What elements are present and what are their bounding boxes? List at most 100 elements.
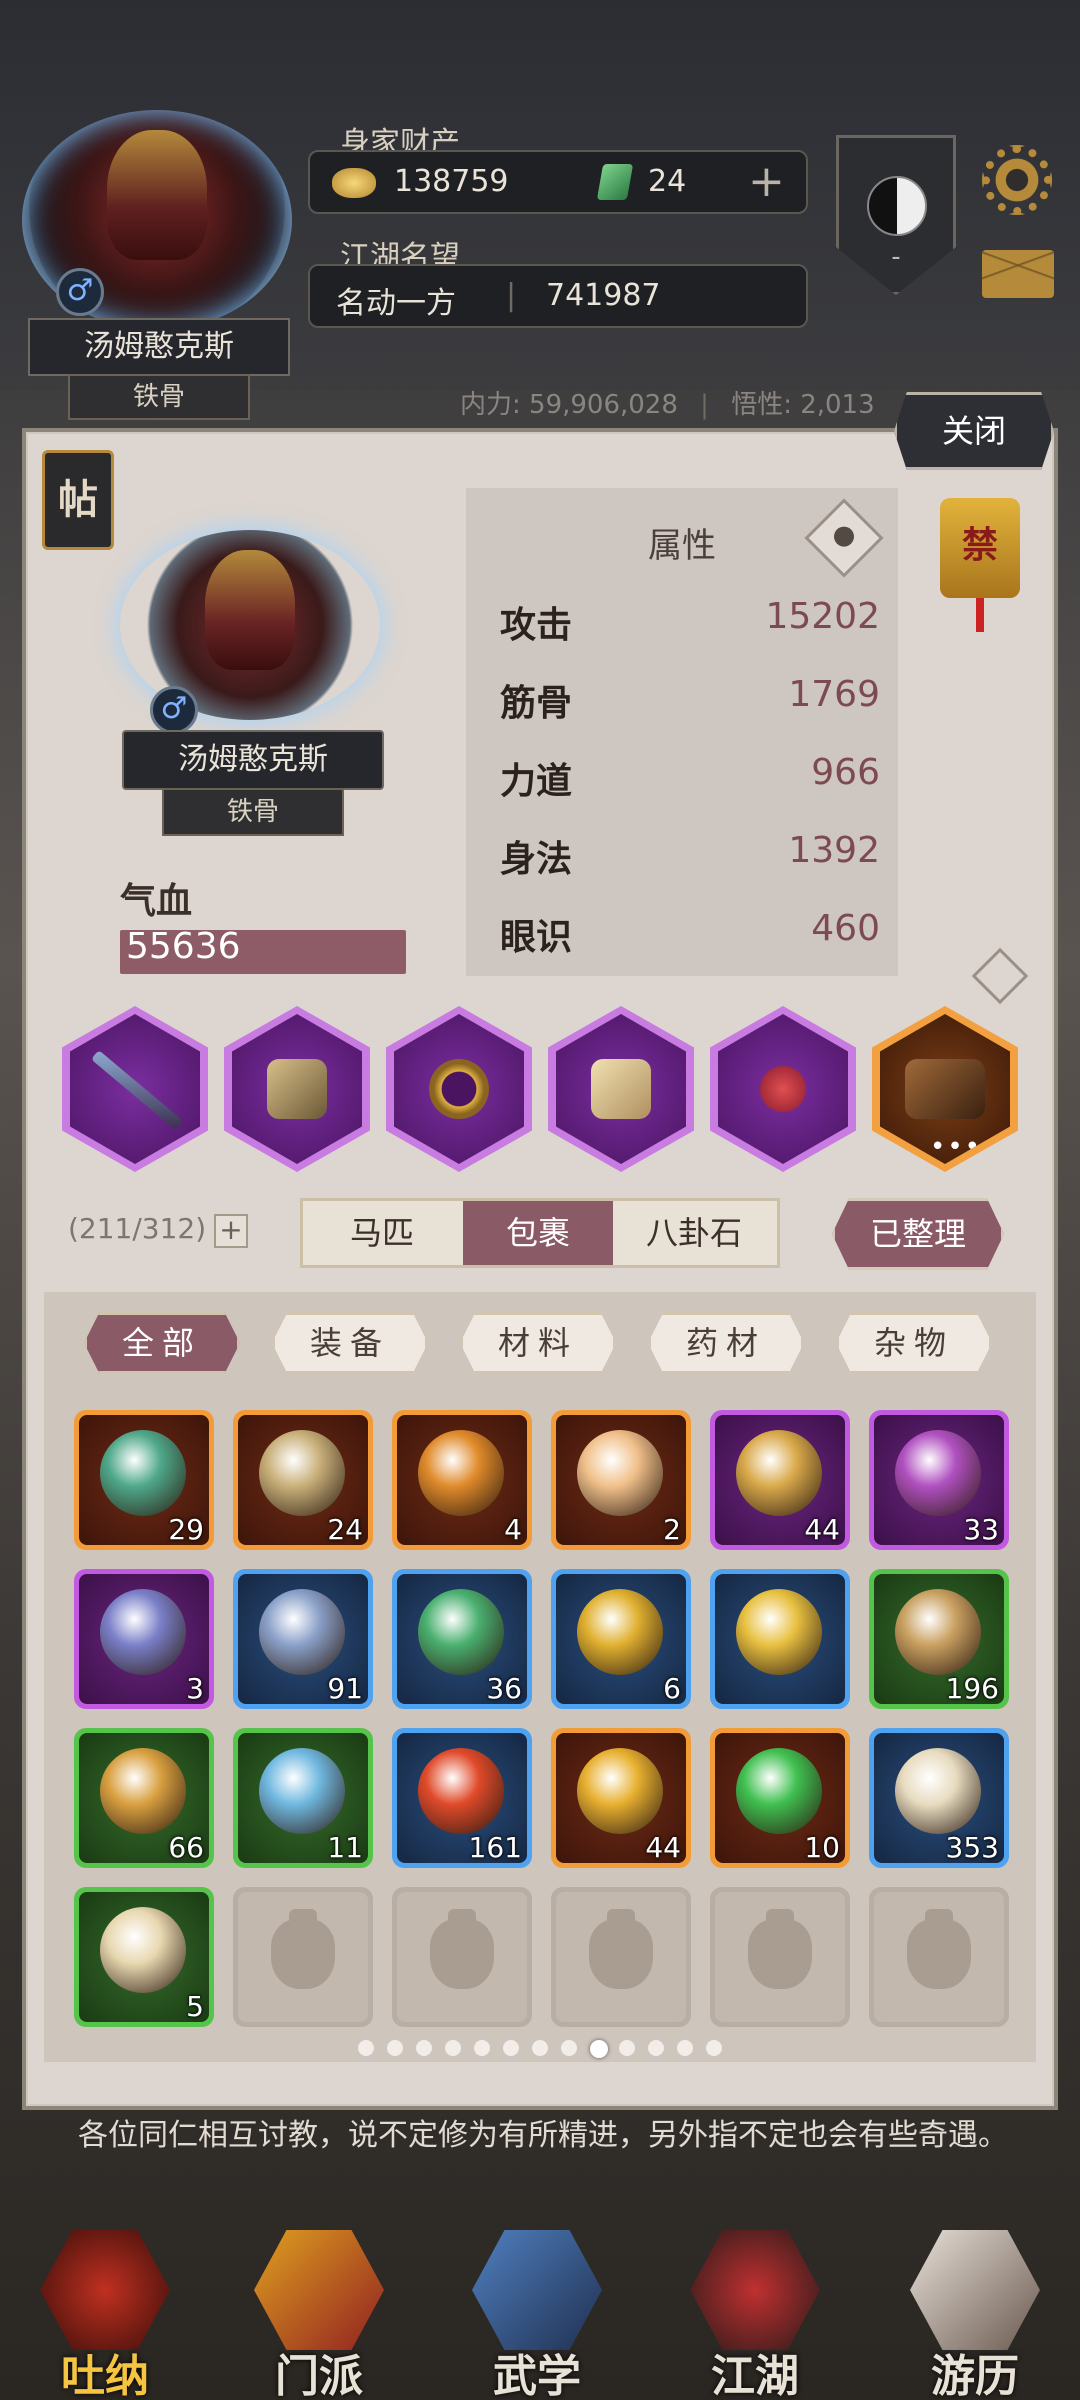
neili-value: 内力: 59,906,028: [460, 390, 678, 420]
gear-icon[interactable]: [982, 145, 1052, 215]
attribute-row: 身法 1392: [500, 830, 880, 890]
item-slot[interactable]: 196: [869, 1569, 1009, 1709]
filter-all[interactable]: 全部: [84, 1312, 240, 1374]
mail-icon[interactable]: [982, 250, 1054, 298]
male-icon: ♂: [56, 268, 104, 316]
ring-icon: [429, 1059, 489, 1119]
item-count: 4: [504, 1513, 522, 1546]
item-slot[interactable]: 29: [74, 1410, 214, 1550]
item-slot[interactable]: 161: [392, 1728, 532, 1868]
player-name: 汤姆憨克斯: [28, 318, 290, 376]
empty-slot[interactable]: [551, 1887, 691, 2027]
attribute-value: 1392: [788, 830, 880, 871]
item-count: 91: [327, 1672, 363, 1705]
page-dot[interactable]: [416, 2040, 432, 2056]
item-slot[interactable]: 44: [551, 1728, 691, 1868]
tab-horses[interactable]: 马匹: [307, 1201, 457, 1265]
page-dot[interactable]: [532, 2040, 548, 2056]
item-icon: [736, 1589, 822, 1675]
nav-travel[interactable]: 游历: [890, 2230, 1060, 2400]
sort-button[interactable]: 已整理: [832, 1198, 1004, 1270]
item-slot[interactable]: 11: [233, 1728, 373, 1868]
page-dot[interactable]: [619, 2040, 635, 2056]
jade-icon: [596, 164, 634, 200]
nav-martial[interactable]: 武学: [452, 2230, 622, 2400]
empty-slot[interactable]: [710, 1887, 850, 2027]
money-bag-icon: [907, 1909, 971, 1989]
item-icon: [895, 1589, 981, 1675]
attribute-value: 460: [811, 908, 880, 949]
attribute-value: 966: [811, 752, 880, 793]
page-dot[interactable]: [503, 2040, 519, 2056]
page-dot[interactable]: [561, 2040, 577, 2056]
item-slot[interactable]: 24: [233, 1410, 373, 1550]
helmet-figure: [205, 550, 295, 670]
item-count: 3: [186, 1672, 204, 1705]
item-slot[interactable]: 33: [869, 1410, 1009, 1550]
nav-meditation[interactable]: 吐纳: [20, 2230, 190, 2400]
divider: |: [700, 390, 709, 420]
nav-label: 游历: [931, 2351, 1019, 2400]
tab-bagua-stones[interactable]: 八卦石: [619, 1201, 769, 1265]
stat-strip: 内力: 59,906,028 | 悟性: 2,013: [460, 384, 875, 421]
filter-materials[interactable]: 材料: [460, 1312, 616, 1374]
filter-misc[interactable]: 杂物: [836, 1312, 992, 1374]
filter-herbs[interactable]: 药材: [648, 1312, 804, 1374]
item-icon: [895, 1430, 981, 1516]
male-icon: ♂: [150, 686, 198, 734]
forbidden-token-icon[interactable]: 禁: [940, 498, 1020, 632]
tab-bag[interactable]: 包裹: [463, 1201, 613, 1265]
empty-slot[interactable]: [392, 1887, 532, 2027]
inventory-tabbar: 马匹 包裹 八卦石: [300, 1198, 780, 1268]
attributes-box: 属性 攻击 15202 筋骨 1769 力道 966 身法 1392 眼识 46…: [466, 488, 898, 976]
nav-sect[interactable]: 门派: [234, 2230, 404, 2400]
reputation-value: 741987: [546, 278, 661, 313]
expand-bag-button[interactable]: +: [214, 1214, 248, 1248]
add-jade-icon[interactable]: +: [748, 160, 785, 204]
item-slot[interactable]: 353: [869, 1728, 1009, 1868]
empty-slot[interactable]: [233, 1887, 373, 2027]
page-dot[interactable]: [677, 2040, 693, 2056]
item-count: 44: [804, 1513, 840, 1546]
invitation-card-icon[interactable]: 帖: [42, 450, 114, 550]
money-bag-icon: [271, 1909, 335, 1989]
item-slot[interactable]: 44: [710, 1410, 850, 1550]
filter-equipment[interactable]: 装备: [272, 1312, 428, 1374]
item-count: 66: [168, 1831, 204, 1864]
taiji-icon: [867, 176, 927, 236]
item-slot[interactable]: 6: [551, 1569, 691, 1709]
page-dot[interactable]: [648, 2040, 664, 2056]
item-slot[interactable]: 36: [392, 1569, 532, 1709]
boots-icon: [591, 1059, 651, 1119]
item-count: 44: [645, 1831, 681, 1864]
item-slot[interactable]: 66: [74, 1728, 214, 1868]
page-dot[interactable]: [445, 2040, 461, 2056]
page-dot[interactable]: [474, 2040, 490, 2056]
spear-icon: [91, 1050, 183, 1130]
close-button[interactable]: 关闭: [894, 392, 1054, 470]
attribute-value: 15202: [765, 596, 880, 637]
item-slot[interactable]: 10: [710, 1728, 850, 1868]
page-dot[interactable]: [590, 2040, 608, 2058]
item-icon: [418, 1748, 504, 1834]
armor-icon: [267, 1059, 327, 1119]
item-icon: [577, 1589, 663, 1675]
empty-slot[interactable]: [869, 1887, 1009, 2027]
hp-label: 气血: [120, 881, 193, 922]
item-slot[interactable]: 91: [233, 1569, 373, 1709]
page-dot[interactable]: [706, 2040, 722, 2056]
item-icon: [577, 1748, 663, 1834]
page-dot[interactable]: [387, 2040, 403, 2056]
item-count: 6: [663, 1672, 681, 1705]
item-count: 161: [468, 1831, 522, 1864]
nav-jianghu[interactable]: 江湖: [670, 2230, 840, 2400]
item-slot[interactable]: 4: [392, 1410, 532, 1550]
page-dot[interactable]: [358, 2040, 374, 2056]
item-slot[interactable]: 2: [551, 1410, 691, 1550]
item-count: 36: [486, 1672, 522, 1705]
nav-label: 武学: [493, 2351, 581, 2400]
item-slot[interactable]: 5: [74, 1887, 214, 2027]
item-slot[interactable]: 3: [74, 1569, 214, 1709]
taiji-banner[interactable]: -: [836, 135, 956, 295]
item-slot[interactable]: [710, 1569, 850, 1709]
